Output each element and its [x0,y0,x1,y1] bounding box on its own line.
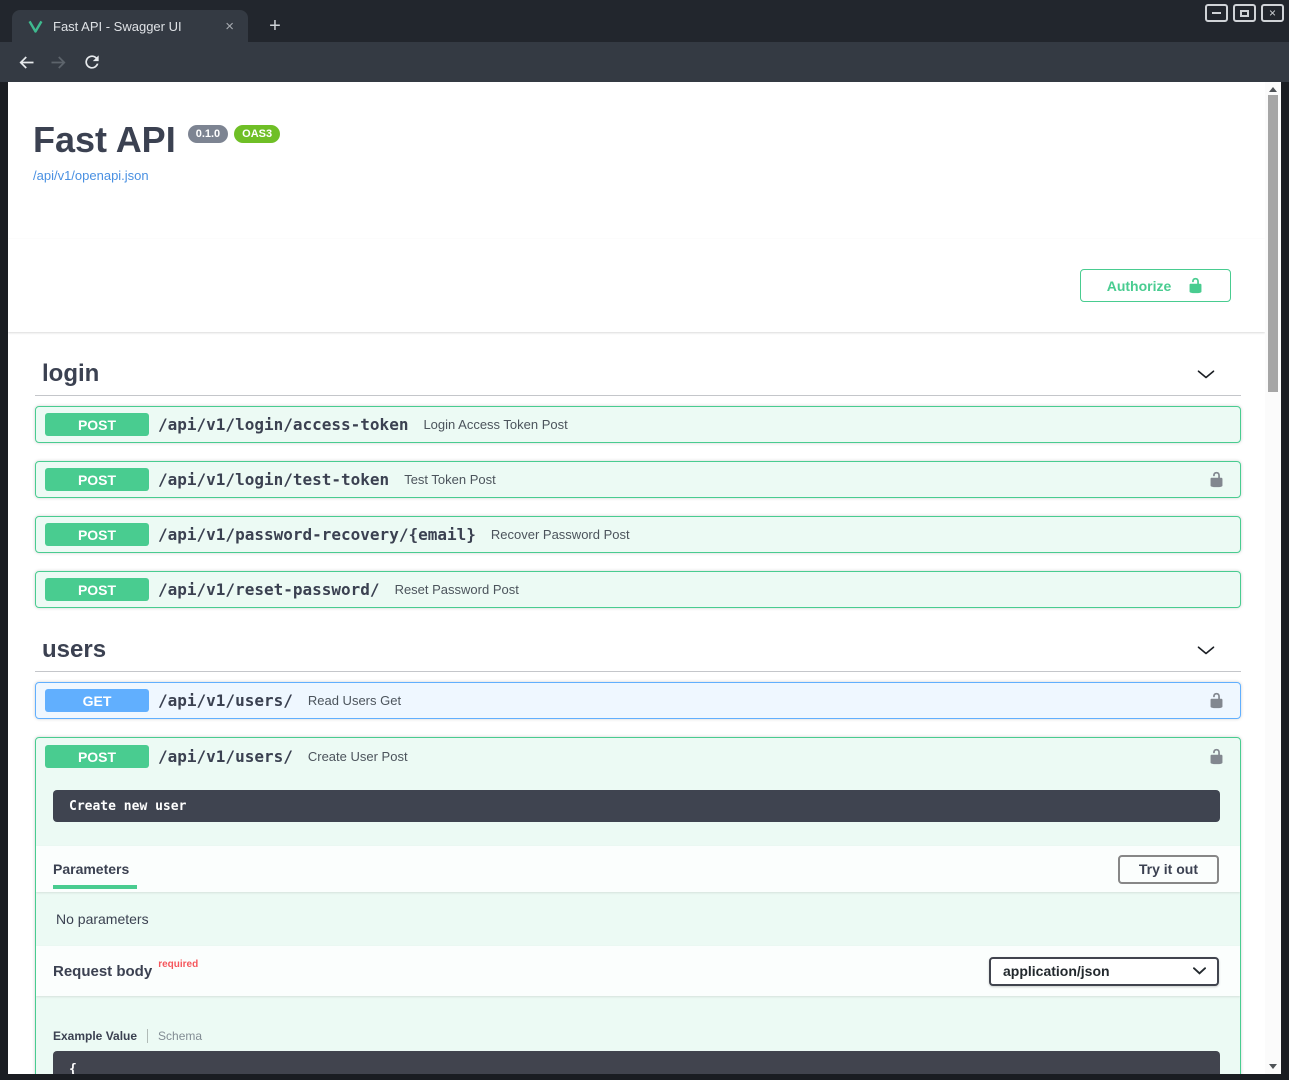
section-header-login[interactable]: login [35,352,1241,396]
no-parameters-text: No parameters [36,892,1240,946]
parameters-tab[interactable]: Parameters [53,861,129,877]
minimize-icon [1212,12,1221,14]
content-type-value: application/json [1003,963,1110,979]
browser-toolbar: localhost/docs ⋮ [0,42,1289,82]
authorize-label: Authorize [1107,278,1172,294]
method-badge: POST [45,468,149,491]
scrollbar-thumb[interactable] [1268,95,1278,392]
tab-title: Fast API - Swagger UI [53,19,221,34]
forward-icon[interactable] [47,50,71,74]
try-it-out-button[interactable]: Try it out [1118,855,1219,884]
method-badge: POST [45,413,149,436]
opblock-create-user-expanded: POST /api/v1/users/ Create User Post Cre… [35,737,1241,1074]
scroll-up-arrow-icon[interactable] [1269,87,1277,92]
method-badge: POST [45,523,149,546]
tab-close-icon[interactable]: × [221,19,238,34]
active-tab-underline [53,885,137,889]
section-title: login [42,360,1196,388]
tab-divider [147,1029,148,1043]
method-badge: POST [45,745,149,768]
request-body-label: Request bodyrequired [53,963,198,980]
op-summary: Login Access Token Post [423,417,567,432]
request-body-header: Request bodyrequired application/json [36,946,1240,996]
tab-example-value[interactable]: Example Value [53,1029,137,1043]
operation-description: Create new user [53,790,1220,822]
chevron-down-icon[interactable] [1196,364,1216,384]
op-summary: Test Token Post [404,472,496,487]
op-row-password-recovery[interactable]: POST /api/v1/password-recovery/{email} R… [35,516,1241,553]
unlock-icon [1187,276,1204,295]
page-scrollbar[interactable] [1265,82,1281,1074]
browser-titlebar: Fast API - Swagger UI × + × [0,0,1289,42]
openapi-spec-link[interactable]: /api/v1/openapi.json [33,168,149,183]
auth-lock-button[interactable] [1208,747,1225,766]
reload-icon[interactable] [80,50,104,74]
unlock-icon [1208,691,1225,710]
favicon-v-logo [28,20,43,33]
parameters-header: Parameters Try it out [36,846,1240,892]
auth-lock-button[interactable] [1208,691,1225,710]
unlock-icon [1208,747,1225,766]
scroll-down-arrow-icon[interactable] [1269,1064,1277,1069]
op-row-create-user[interactable]: POST /api/v1/users/ Create User Post [36,738,1240,775]
required-label: required [158,959,198,970]
op-summary: Read Users Get [308,693,401,708]
swagger-page: Fast API 0.1.0 OAS3 /api/v1/openapi.json… [8,82,1281,1074]
window-maximize-button[interactable] [1233,4,1256,22]
window-controls: × [1205,4,1284,22]
op-path: /api/v1/login/test-token [158,470,389,489]
browser-tab[interactable]: Fast API - Swagger UI × [12,10,248,42]
window-close-button[interactable]: × [1261,4,1284,22]
content-type-select[interactable]: application/json [989,957,1219,986]
new-tab-icon[interactable]: + [262,14,288,38]
window-minimize-button[interactable] [1205,4,1228,22]
op-path: /api/v1/password-recovery/{email} [158,525,476,544]
maximize-icon [1240,10,1249,17]
op-path: /api/v1/reset-password/ [158,580,380,599]
op-summary: Create User Post [308,749,408,764]
select-chevron-icon [1193,967,1206,975]
section-title: users [42,636,1196,664]
method-badge: POST [45,578,149,601]
unlock-icon [1208,470,1225,489]
op-summary: Reset Password Post [395,582,519,597]
oas3-badge: OAS3 [234,125,280,143]
authorize-button[interactable]: Authorize [1080,269,1231,302]
example-code-block: { [53,1051,1220,1074]
method-badge: GET [45,689,149,712]
version-badge: 0.1.0 [188,125,228,143]
model-example-box: Example Value Schema { [36,996,1240,1074]
op-row-login-access-token[interactable]: POST /api/v1/login/access-token Login Ac… [35,406,1241,443]
section-header-users[interactable]: users [35,628,1241,672]
op-path: /api/v1/login/access-token [158,415,408,434]
op-path: /api/v1/users/ [158,747,293,766]
op-summary: Recover Password Post [491,527,630,542]
auth-lock-button[interactable] [1208,470,1225,489]
api-info: Fast API 0.1.0 OAS3 [8,82,1265,160]
op-path: /api/v1/users/ [158,691,293,710]
op-row-login-test-token[interactable]: POST /api/v1/login/test-token Test Token… [35,461,1241,498]
scheme-container: Authorize [8,239,1265,332]
tab-schema[interactable]: Schema [158,1029,202,1043]
op-row-read-users[interactable]: GET /api/v1/users/ Read Users Get [35,682,1241,719]
op-row-reset-password[interactable]: POST /api/v1/reset-password/ Reset Passw… [35,571,1241,608]
back-icon[interactable] [14,50,38,74]
chevron-down-icon[interactable] [1196,640,1216,660]
page-title: Fast API [33,120,176,160]
